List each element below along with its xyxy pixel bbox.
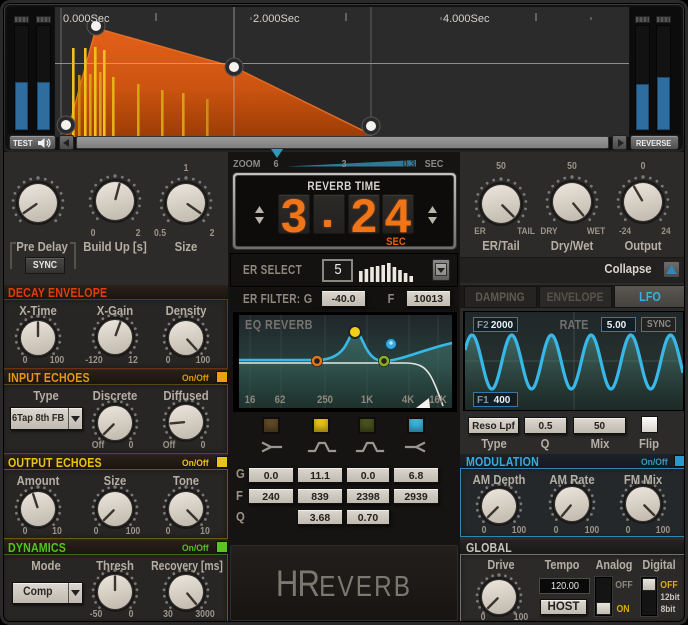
svg-text:0.000Sec: 0.000Sec xyxy=(63,13,110,25)
svg-text:4.000Sec: 4.000Sec xyxy=(443,13,490,25)
svg-text:2.000Sec: 2.000Sec xyxy=(253,13,300,25)
